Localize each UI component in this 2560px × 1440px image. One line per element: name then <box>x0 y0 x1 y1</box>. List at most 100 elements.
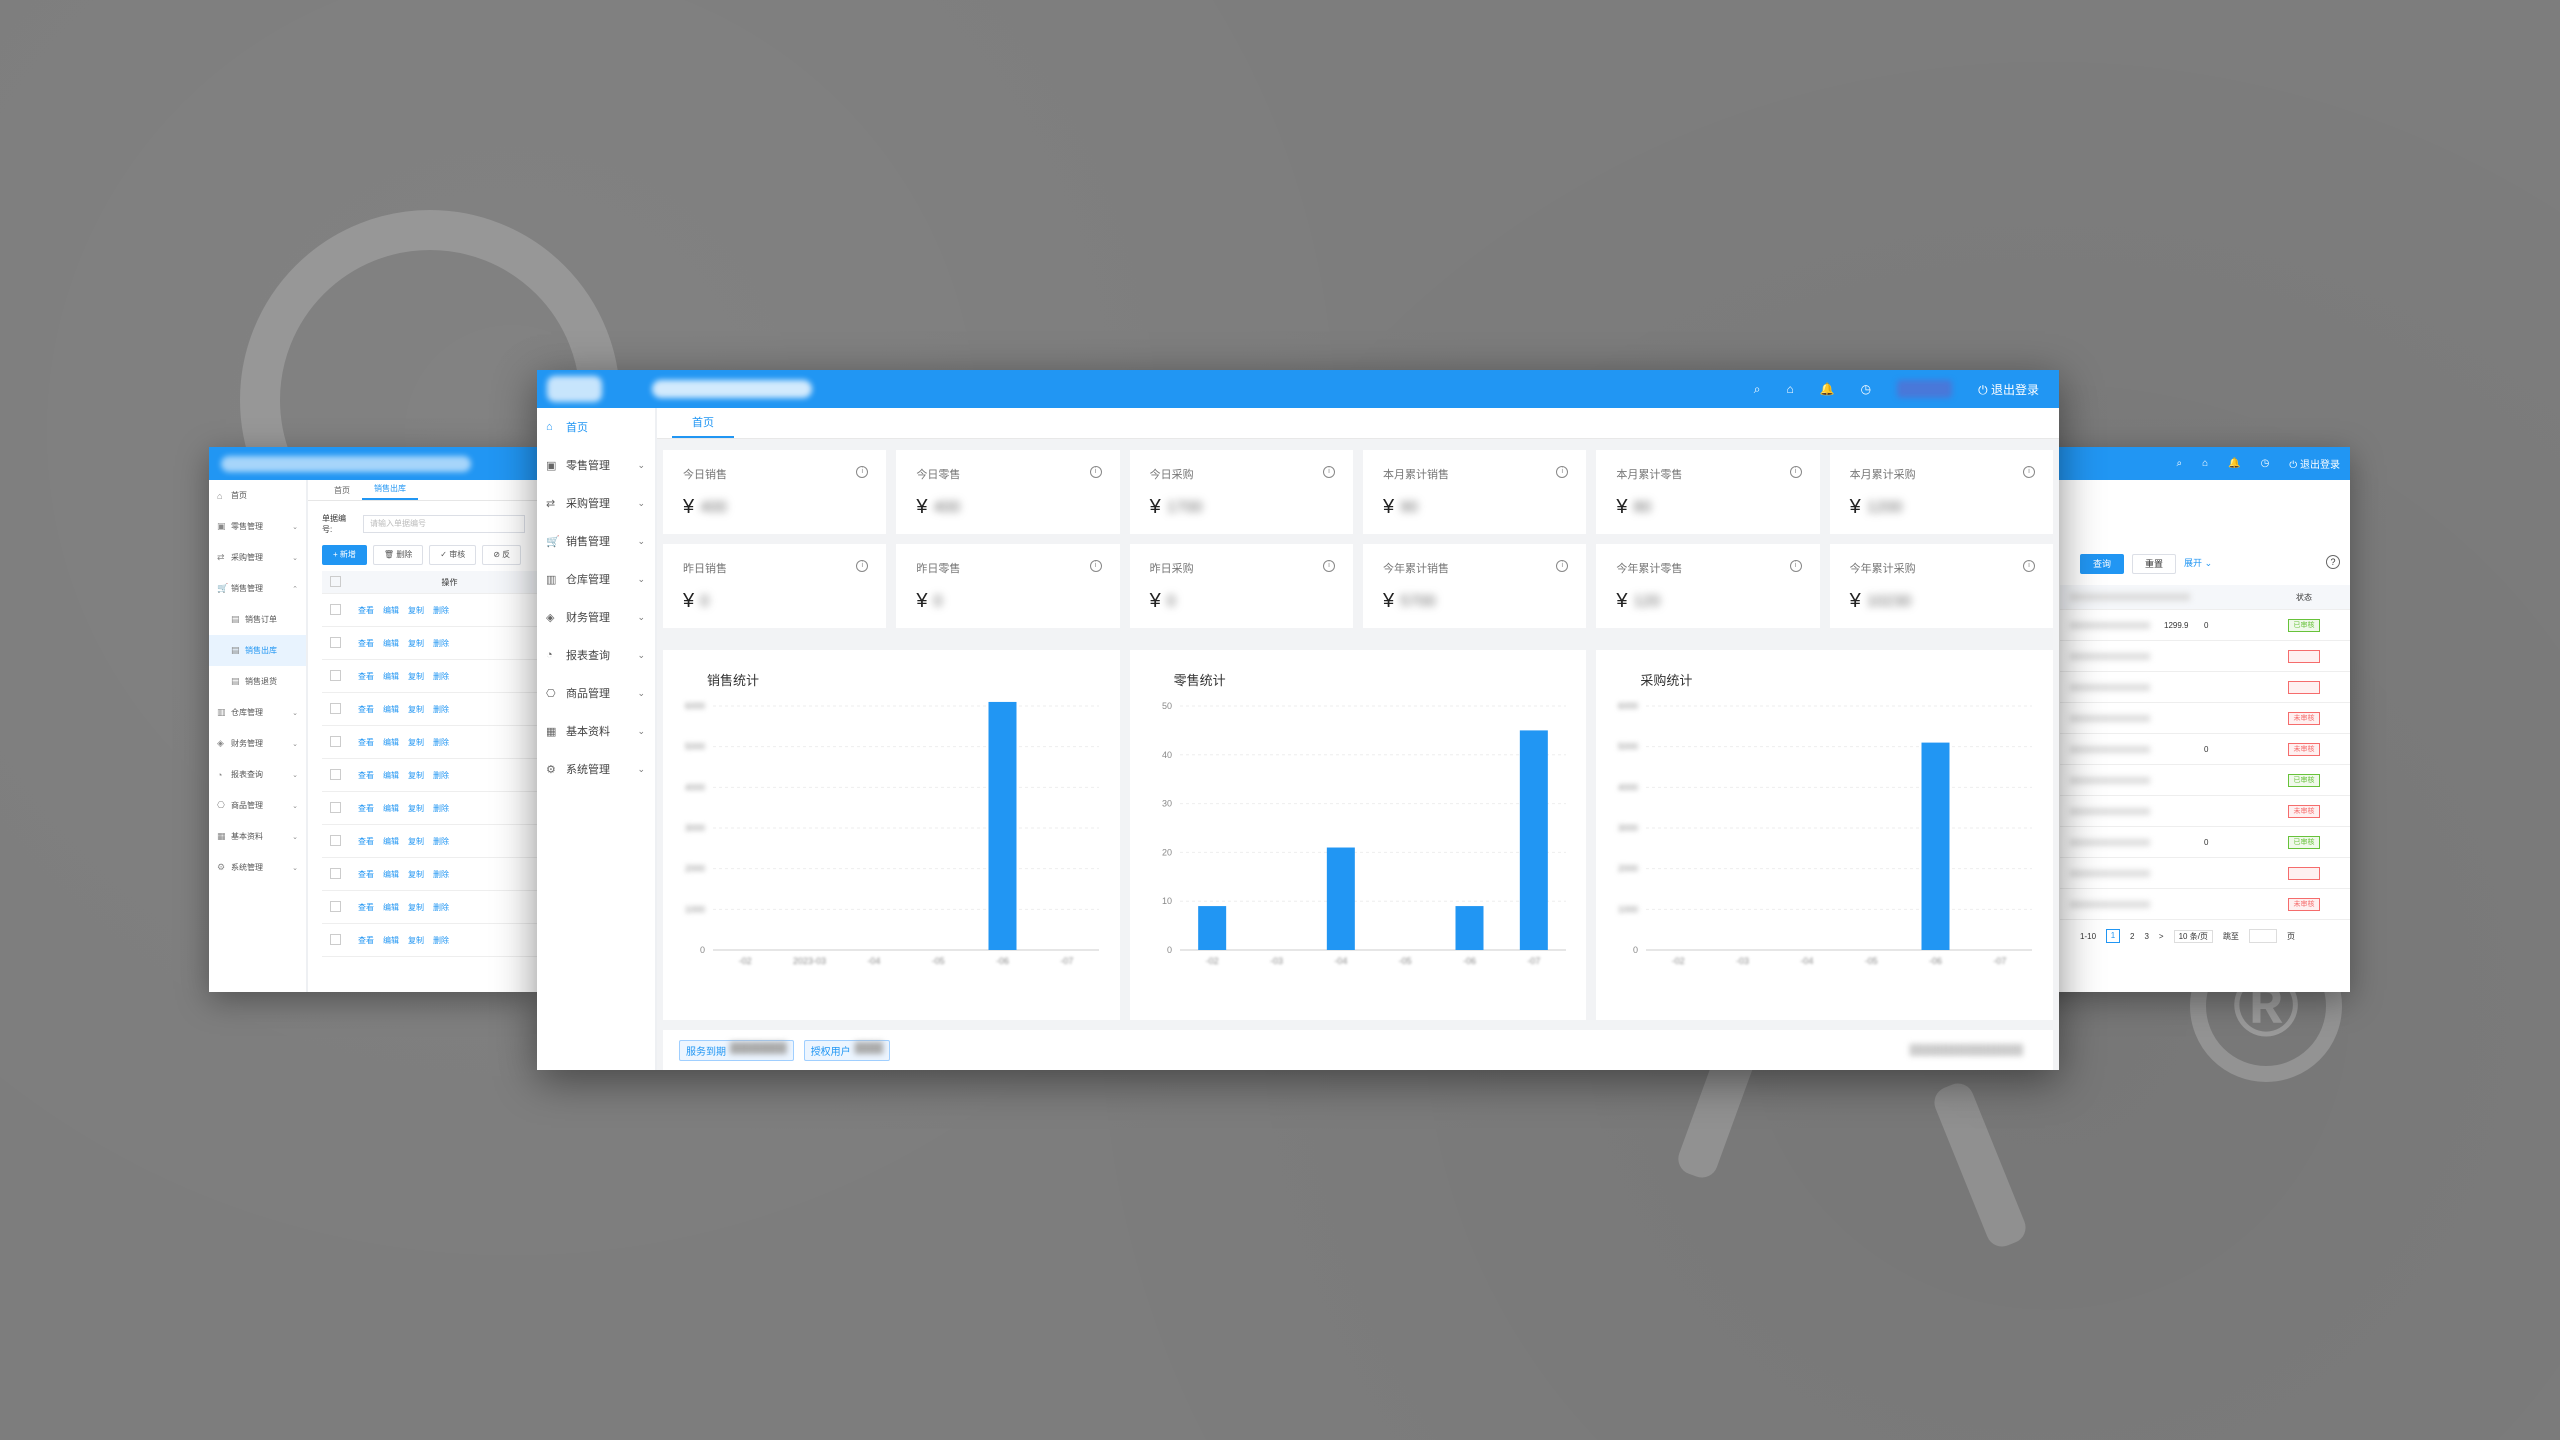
search-icon[interactable]: ⌕ <box>1754 382 1761 397</box>
row-edit-link[interactable]: 编辑 <box>383 705 399 714</box>
left-sidebar-item-0[interactable]: ⌂ 首页 <box>209 480 306 511</box>
left-sidebar-item-1[interactable]: ▣ 零售管理 ⌄ <box>209 511 306 542</box>
bell-icon[interactable]: 🔔 <box>2228 458 2240 469</box>
row-checkbox[interactable] <box>330 603 341 615</box>
page-size-select[interactable]: 10 条/页 <box>2173 929 2213 943</box>
page-2-button[interactable]: 2 <box>2130 932 2134 941</box>
row-delete-link[interactable]: 删除 <box>433 771 449 780</box>
row-view-link[interactable]: 查看 <box>358 837 374 846</box>
left-add-button[interactable]: + 新增 <box>322 545 367 565</box>
row-checkbox[interactable] <box>330 735 341 747</box>
row-view-link[interactable]: 查看 <box>358 606 374 615</box>
row-delete-link[interactable]: 删除 <box>433 936 449 945</box>
row-delete-link[interactable]: 删除 <box>433 903 449 912</box>
info-icon[interactable]: i <box>1089 466 1102 478</box>
row-checkbox[interactable] <box>330 702 341 714</box>
query-button[interactable]: 查询 <box>2080 554 2125 574</box>
row-copy-link[interactable]: 复制 <box>408 837 424 846</box>
row-view-link[interactable]: 查看 <box>358 903 374 912</box>
reset-button[interactable]: 重置 <box>2132 554 2177 574</box>
row-copy-link[interactable]: 复制 <box>408 705 424 714</box>
left-unaudit-button[interactable]: ⊘ 反 <box>482 545 522 565</box>
select-all-checkbox[interactable] <box>330 575 341 587</box>
row-checkbox[interactable] <box>330 900 341 912</box>
sidebar-item-7[interactable]: ⎔ 商品管理 ⌄ <box>537 674 655 712</box>
row-copy-link[interactable]: 复制 <box>408 672 424 681</box>
row-copy-link[interactable]: 复制 <box>408 606 424 615</box>
logout-link[interactable]: ⏻ 退出登录 <box>1978 381 2039 398</box>
row-edit-link[interactable]: 编辑 <box>383 672 399 681</box>
row-copy-link[interactable]: 复制 <box>408 936 424 945</box>
info-icon[interactable]: i <box>1322 466 1335 478</box>
search-icon[interactable]: ⌕ <box>2176 458 2182 469</box>
app-logo[interactable] <box>547 376 602 402</box>
row-delete-link[interactable]: 删除 <box>433 672 449 681</box>
left-sidebar-item-4[interactable]: ▤ 销售订单 <box>209 604 306 635</box>
left-sidebar-item-5[interactable]: ▤ 销售出库 <box>209 635 306 666</box>
home-icon[interactable]: ⌂ <box>2202 458 2208 469</box>
expand-link[interactable]: 展开 ⌄ <box>2184 554 2212 574</box>
row-edit-link[interactable]: 编辑 <box>383 870 399 879</box>
row-checkbox[interactable] <box>330 834 341 846</box>
left-sidebar-item-3[interactable]: 🛒 销售管理 ⌃ <box>209 573 306 604</box>
row-view-link[interactable]: 查看 <box>358 639 374 648</box>
row-copy-link[interactable]: 复制 <box>408 771 424 780</box>
left-sidebar-item-12[interactable]: ⚙ 系统管理 ⌄ <box>209 852 306 883</box>
info-icon[interactable]: i <box>1322 560 1335 572</box>
row-copy-link[interactable]: 复制 <box>408 870 424 879</box>
row-edit-link[interactable]: 编辑 <box>383 837 399 846</box>
row-copy-link[interactable]: 复制 <box>408 738 424 747</box>
row-delete-link[interactable]: 删除 <box>433 837 449 846</box>
user-avatar[interactable] <box>1897 380 1953 398</box>
sidebar-item-8[interactable]: ▦ 基本资料 ⌄ <box>537 712 655 750</box>
row-edit-link[interactable]: 编辑 <box>383 936 399 945</box>
info-icon[interactable]: i <box>1789 466 1802 478</box>
left-sidebar-item-7[interactable]: ▥ 仓库管理 ⌄ <box>209 697 306 728</box>
row-delete-link[interactable]: 删除 <box>433 870 449 879</box>
sidebar-item-3[interactable]: 🛒 销售管理 ⌄ <box>537 522 655 560</box>
row-delete-link[interactable]: 删除 <box>433 705 449 714</box>
left-sidebar-item-10[interactable]: ⎔ 商品管理 ⌄ <box>209 790 306 821</box>
clock-icon[interactable]: ◷ <box>1861 382 1871 396</box>
info-icon[interactable]: i <box>1089 560 1102 572</box>
row-view-link[interactable]: 查看 <box>358 936 374 945</box>
row-view-link[interactable]: 查看 <box>358 672 374 681</box>
row-view-link[interactable]: 查看 <box>358 738 374 747</box>
sidebar-item-0[interactable]: ⌂ 首页 <box>537 408 655 446</box>
next-page-button[interactable]: > <box>2159 932 2164 941</box>
help-icon[interactable]: ? <box>2326 555 2340 569</box>
left-audit-button[interactable]: ✓ 审核 <box>429 545 477 565</box>
info-icon[interactable]: i <box>2022 560 2035 572</box>
left-sidebar-item-11[interactable]: ▦ 基本资料 ⌄ <box>209 821 306 852</box>
row-delete-link[interactable]: 删除 <box>433 738 449 747</box>
row-copy-link[interactable]: 复制 <box>408 903 424 912</box>
row-edit-link[interactable]: 编辑 <box>383 606 399 615</box>
bell-icon[interactable]: 🔔 <box>1820 382 1835 396</box>
left-sidebar-item-6[interactable]: ▤ 销售退货 <box>209 666 306 697</box>
sidebar-item-2[interactable]: ⇄ 采购管理 ⌄ <box>537 484 655 522</box>
row-checkbox[interactable] <box>330 636 341 648</box>
row-view-link[interactable]: 查看 <box>358 804 374 813</box>
info-icon[interactable]: i <box>2022 466 2035 478</box>
left-tab-sales-out[interactable]: 销售出库 <box>362 483 418 500</box>
left-sidebar-item-2[interactable]: ⇄ 采购管理 ⌄ <box>209 542 306 573</box>
row-checkbox[interactable] <box>330 669 341 681</box>
row-edit-link[interactable]: 编辑 <box>383 738 399 747</box>
page-1-button[interactable]: 1 <box>2106 929 2121 943</box>
left-sidebar-item-8[interactable]: ◈ 财务管理 ⌄ <box>209 728 306 759</box>
clock-icon[interactable]: ◷ <box>2261 458 2270 469</box>
row-view-link[interactable]: 查看 <box>358 870 374 879</box>
left-delete-button[interactable]: 🗑 删除 <box>372 545 424 565</box>
row-checkbox[interactable] <box>330 801 341 813</box>
row-delete-link[interactable]: 删除 <box>433 606 449 615</box>
row-delete-link[interactable]: 删除 <box>433 804 449 813</box>
row-edit-link[interactable]: 编辑 <box>383 639 399 648</box>
right-logout-link[interactable]: ⏻ 退出登录 <box>2289 456 2340 471</box>
row-copy-link[interactable]: 复制 <box>408 804 424 813</box>
row-edit-link[interactable]: 编辑 <box>383 771 399 780</box>
row-delete-link[interactable]: 删除 <box>433 639 449 648</box>
row-view-link[interactable]: 查看 <box>358 771 374 780</box>
row-checkbox[interactable] <box>330 867 341 879</box>
row-view-link[interactable]: 查看 <box>358 705 374 714</box>
row-checkbox[interactable] <box>330 768 341 780</box>
